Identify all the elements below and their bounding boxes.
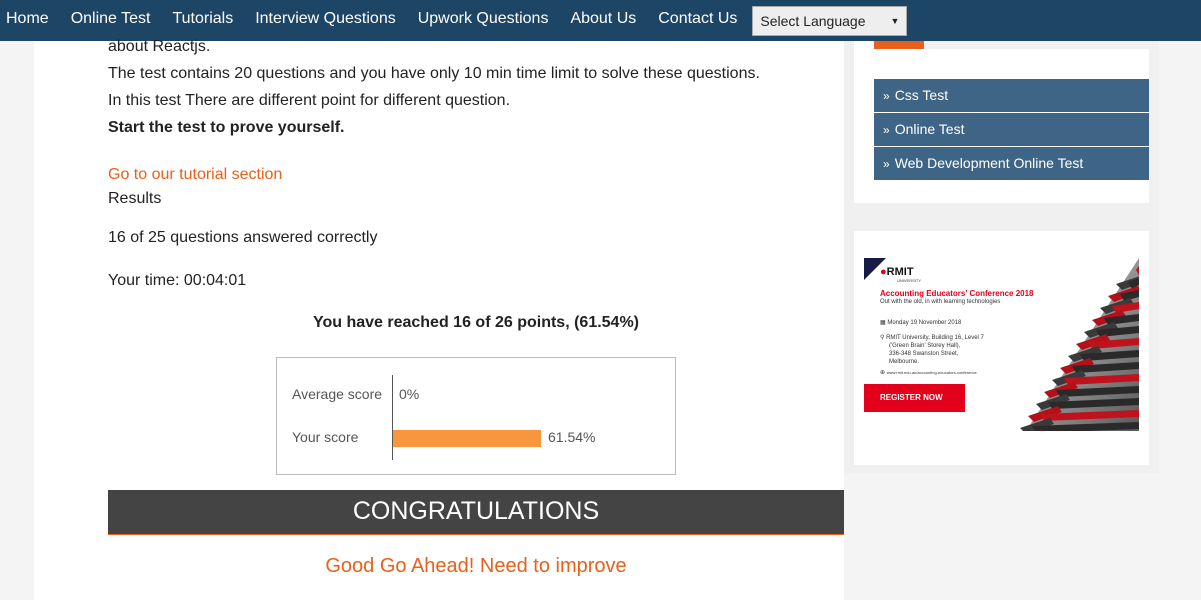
your-score-bar <box>393 430 541 447</box>
register-now-button[interactable]: REGISTER NOW <box>864 384 965 412</box>
sidebar-link-label: Web Development Online Test <box>894 155 1084 171</box>
average-score-value: 0% <box>399 386 420 402</box>
sidebar-link-label: Css Test <box>894 87 949 103</box>
chevron-right-icon: » <box>883 157 890 171</box>
main-content: about Reactjs. The test contains 20 ques… <box>34 38 844 600</box>
language-select[interactable]: Select Language ▼ <box>752 5 908 36</box>
ad-location: ⚲ RMIT University, Building 16, Level 7 … <box>880 335 984 365</box>
related-tests-panel: » Css Test » Online Test » Web Development … <box>854 41 1149 203</box>
globe-icon: ⊕ <box>880 370 887 376</box>
nav-home[interactable]: Home <box>0 0 60 41</box>
sidebar-link-css-test[interactable]: » Css Test <box>874 79 1149 112</box>
panel-accent <box>874 41 924 49</box>
rmit-logo: ●RMIT <box>880 266 914 278</box>
sidebar-link-label: Online Test <box>894 121 965 137</box>
conference-ad[interactable]: ●RMIT UNIVERSITY Accounting Educators' C… <box>864 258 1139 431</box>
language-select-value: Select Language <box>760 12 866 29</box>
building-photo <box>1020 258 1139 431</box>
feedback-message: Good Go Ahead! Need to improve <box>325 555 627 577</box>
sidebar-link-web-dev-test[interactable]: » Web Development Online Test <box>874 147 1149 180</box>
ad-date: ▦ Monday 19 November 2018 <box>880 320 962 326</box>
rmit-logo-sub: UNIVERSITY <box>897 278 922 283</box>
score-chart: Average score 0% Your score 61.54% <box>276 357 676 475</box>
chart-axis <box>392 375 393 460</box>
your-score-label: Your score <box>292 429 359 445</box>
ad-tagline: Out with the old, in with learning techn… <box>880 299 1001 305</box>
sidebar-link-online-test[interactable]: » Online Test <box>874 113 1149 146</box>
congratulations-banner: CONGRATULATIONS <box>108 490 844 535</box>
your-score-value: 61.54% <box>548 429 596 445</box>
dropdown-arrow-icon: ▼ <box>890 15 900 26</box>
chevron-right-icon: » <box>883 89 890 103</box>
chevron-right-icon: » <box>883 123 890 137</box>
points-summary: You have reached 16 of 26 points, (61.54… <box>312 314 640 331</box>
ad-website: ⊕ www.rmit.edu.au/accounting-educators-c… <box>880 370 977 376</box>
average-score-label: Average score <box>292 386 383 402</box>
sidebar: » Css Test » Online Test » Web Development … <box>844 41 1159 473</box>
